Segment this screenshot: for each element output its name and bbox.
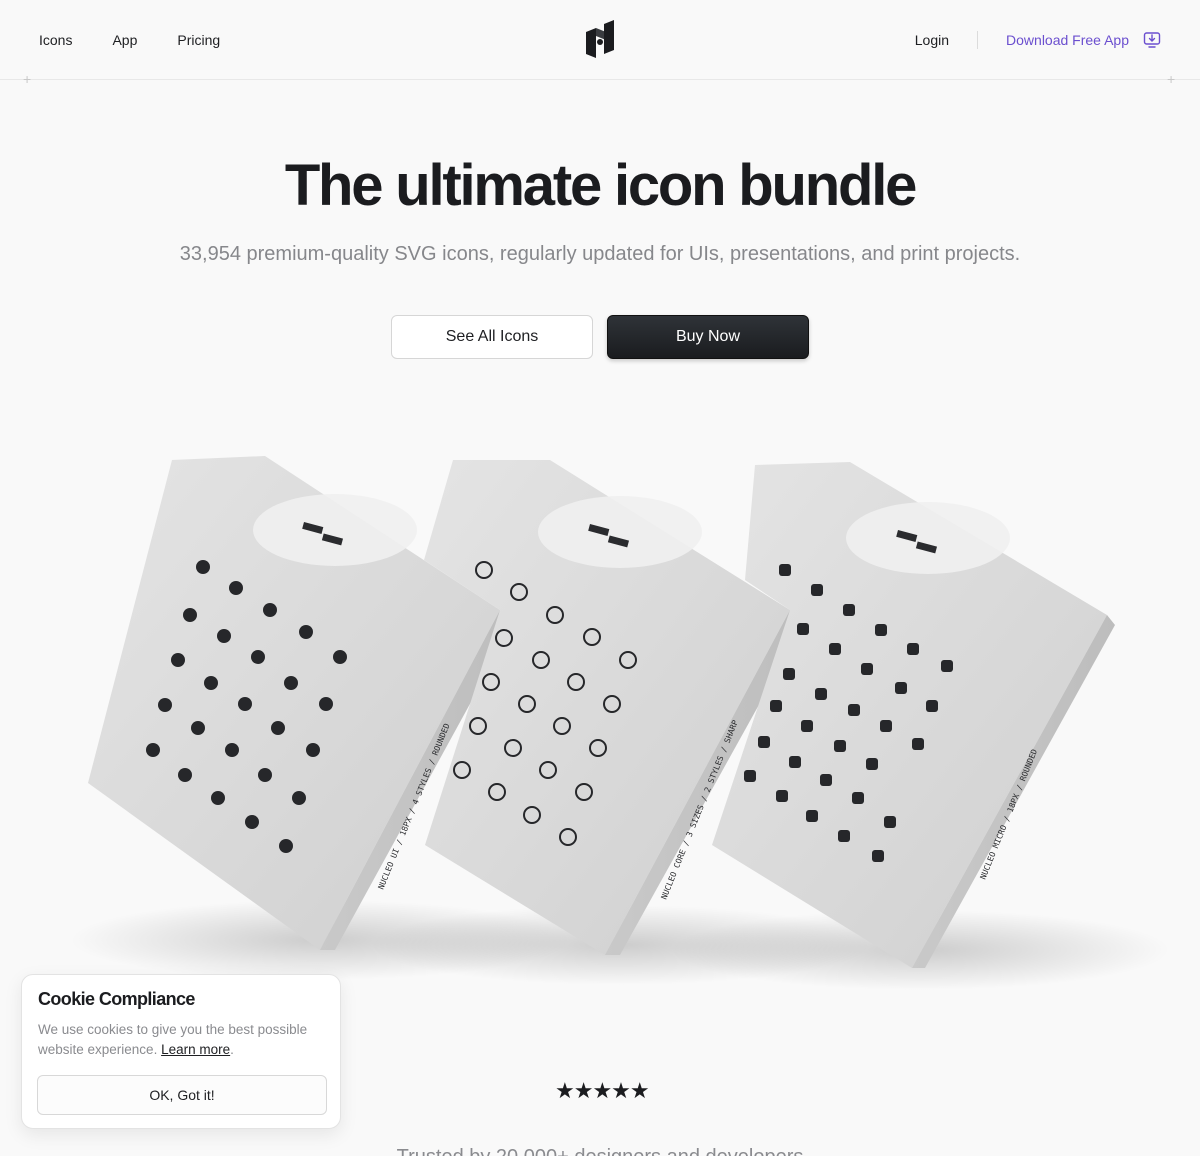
cookie-title: Cookie Compliance — [38, 989, 195, 1009]
nav-link-pricing[interactable]: Pricing — [177, 30, 220, 50]
corner-mark-right: + — [1167, 71, 1176, 87]
box-nucleo-core: NUCLEO CORE / 3 SIZES / 2 STYLES / SHARP — [424, 460, 806, 955]
top-nav: Icons App Pricing Login Download Free Ap… — [0, 0, 1200, 80]
nav-actions: Login Download Free App — [915, 30, 1161, 50]
trusted-text: Trusted by 20,000+ designers and develop… — [0, 1146, 1200, 1156]
nucleo-logo[interactable] — [584, 20, 616, 60]
download-monitor-icon — [1143, 32, 1161, 48]
nav-link-icons[interactable]: Icons — [39, 30, 72, 50]
product-boxes-image: NUCLEO UI / 18PX / 4 STYLES / ROUNDED NU… — [70, 456, 1170, 990]
hero-title: The ultimate icon bundle — [284, 153, 918, 218]
cookie-banner: Cookie Compliance We use cookies to give… — [21, 974, 341, 1129]
cookie-accept-button[interactable]: OK, Got it! — [37, 1075, 327, 1115]
page: Icons App Pricing Login Download Free Ap… — [0, 0, 1200, 1156]
download-app-label: Download Free App — [1006, 32, 1129, 48]
cookie-text: We use cookies to give you the best poss… — [38, 1020, 328, 1060]
hero-subtitle: 33,954 premium-quality SVG icons, regula… — [179, 243, 1021, 265]
box-nucleo-micro: NUCLEO MICRO / 18PX / ROUNDED — [712, 462, 1115, 968]
login-link[interactable]: Login — [915, 30, 949, 50]
rating-stars: ★★★★★ — [555, 1078, 650, 1103]
buy-now-button[interactable]: Buy Now — [607, 315, 809, 359]
see-all-icons-button[interactable]: See All Icons — [391, 315, 593, 359]
nav-divider — [977, 31, 979, 49]
cookie-period: . — [230, 1042, 234, 1057]
corner-mark-left: + — [23, 71, 32, 87]
download-app-link[interactable]: Download Free App — [1006, 30, 1161, 50]
learn-more-link[interactable]: Learn more — [161, 1042, 230, 1057]
nav-link-app[interactable]: App — [112, 30, 137, 50]
nav-links: Icons App Pricing — [39, 30, 220, 50]
